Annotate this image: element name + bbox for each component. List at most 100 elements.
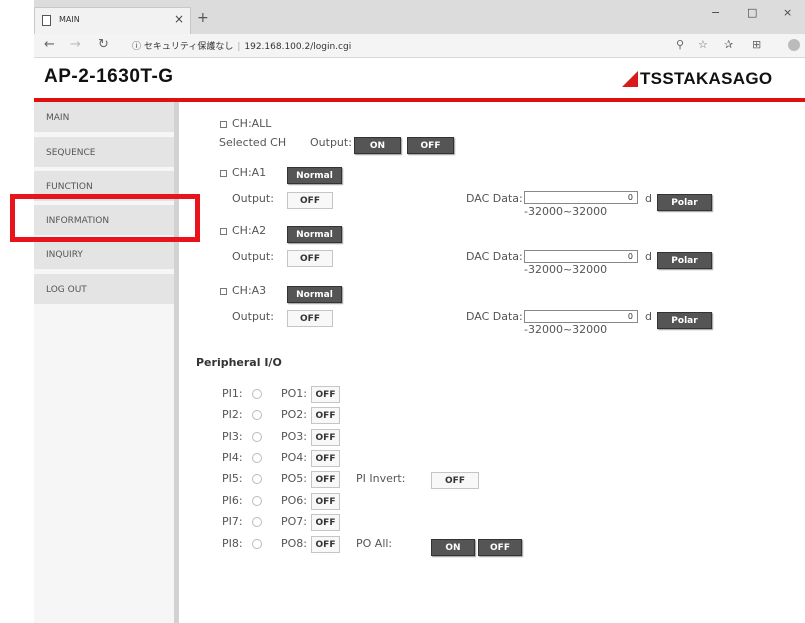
ch-a1-output-label: Output: [232, 192, 274, 205]
pi-invert-button[interactable]: OFF [431, 472, 479, 489]
maximize-icon[interactable]: □ [747, 6, 757, 19]
ch-a1-label: CH:A1 [232, 166, 267, 179]
ch-a2-dac-range: -32000~32000 [524, 263, 608, 276]
ch-a1-dac-input[interactable]: 0 [524, 191, 638, 204]
pi7-label: PI7: [222, 515, 243, 528]
pi4-indicator [252, 453, 262, 463]
minimize-icon[interactable]: − [711, 6, 720, 19]
ch-all-label: CH:ALL [232, 117, 272, 130]
ch-a2-polar-button[interactable]: Polar [657, 252, 712, 269]
ch-a3-dac-label: DAC Data: [466, 310, 523, 323]
model-title: AP-2-1630T-G [44, 66, 174, 87]
pi8-label: PI8: [222, 537, 243, 550]
pi8-indicator [252, 539, 262, 549]
ch-all-checkbox[interactable] [220, 121, 227, 128]
forward-icon[interactable]: → [70, 37, 81, 52]
logo-triangle-icon [622, 71, 638, 87]
ch-a2-checkbox[interactable] [220, 228, 227, 235]
ch-a1-dac-label: DAC Data: [466, 192, 523, 205]
brand-logo: TSSTAKASAGO [622, 69, 772, 89]
profile-avatar[interactable] [788, 39, 800, 51]
ch-a1-normal-button[interactable]: Normal [287, 167, 342, 184]
back-icon[interactable]: ← [44, 37, 55, 52]
pi1-indicator [252, 389, 262, 399]
favorite-icon[interactable]: ☆ [698, 38, 708, 51]
pi2-indicator [252, 410, 262, 420]
ch-a1-dac-range: -32000~32000 [524, 205, 608, 218]
pi7-indicator [252, 517, 262, 527]
selected-on-button[interactable]: ON [354, 137, 401, 154]
favorites-list-icon[interactable]: ✰ [724, 38, 733, 51]
collections-icon[interactable]: ⊞ [752, 38, 761, 51]
highlight-box [10, 194, 200, 242]
ch-a3-polar-button[interactable]: Polar [657, 312, 712, 329]
ch-a2-dac-label: DAC Data: [466, 250, 523, 263]
po8-button[interactable]: OFF [311, 536, 340, 553]
url-text: 192.168.100.2/login.cgi [244, 42, 352, 52]
ch-a2-dac-unit: d [645, 250, 652, 263]
pi5-indicator [252, 474, 262, 484]
ch-a1-output-button[interactable]: OFF [287, 192, 333, 209]
ch-a2-normal-button[interactable]: Normal [287, 226, 342, 243]
po2-button[interactable]: OFF [311, 407, 340, 424]
ch-a3-output-label: Output: [232, 310, 274, 323]
browser-tab-bar: MAIN × + − □ × [34, 0, 805, 34]
sidebar-item-main[interactable]: MAIN [34, 102, 174, 132]
address-bar: ← → ↻ ⓘ セキュリティ保護なし | 192.168.100.2/login.c… [34, 34, 805, 58]
po6-button[interactable]: OFF [311, 493, 340, 510]
pi6-indicator [252, 496, 262, 506]
po7-label: PO7: [281, 515, 307, 528]
peripheral-io-title: Peripheral I/O [196, 356, 282, 369]
sidebar-item-logout[interactable]: LOG OUT [34, 274, 174, 304]
po7-button[interactable]: OFF [311, 514, 340, 531]
selected-off-button[interactable]: OFF [407, 137, 454, 154]
ch-a2-output-button[interactable]: OFF [287, 250, 333, 267]
window-close-icon[interactable]: × [783, 6, 792, 19]
ch-a3-normal-button[interactable]: Normal [287, 286, 342, 303]
ch-a3-label: CH:A3 [232, 284, 267, 297]
ch-a3-checkbox[interactable] [220, 288, 227, 295]
logo-text: TSSTAKASAGO [640, 69, 773, 88]
po5-label: PO5: [281, 472, 307, 485]
pi5-label: PI5: [222, 472, 243, 485]
ch-a1-polar-button[interactable]: Polar [657, 194, 712, 211]
page-header: AP-2-1630T-G TSSTAKASAGO [34, 58, 805, 98]
sidebar-item-sequence[interactable]: SEQUENCE [34, 137, 174, 167]
reader-icon[interactable]: ⚲ [676, 38, 684, 51]
po6-label: PO6: [281, 494, 307, 507]
new-tab-icon[interactable]: + [197, 10, 209, 26]
browser-tab[interactable]: MAIN × [34, 7, 191, 34]
po-all-on-button[interactable]: ON [431, 539, 475, 556]
pi1-label: PI1: [222, 387, 243, 400]
ch-a1-dac-unit: d [645, 192, 652, 205]
ch-a1-checkbox[interactable] [220, 170, 227, 177]
tab-title: MAIN [59, 15, 80, 24]
po-all-off-button[interactable]: OFF [478, 539, 522, 556]
selected-output-label: Output: [310, 136, 352, 149]
ch-a3-dac-unit: d [645, 310, 652, 323]
po5-button[interactable]: OFF [311, 471, 340, 488]
url-field[interactable]: ⓘ セキュリティ保護なし | 192.168.100.2/login.cgi [132, 39, 351, 52]
po3-button[interactable]: OFF [311, 429, 340, 446]
pi3-indicator [252, 432, 262, 442]
po8-label: PO8: [281, 537, 307, 550]
ch-a2-label: CH:A2 [232, 224, 267, 237]
pi-invert-label: PI Invert: [356, 472, 406, 485]
ch-a2-dac-input[interactable]: 0 [524, 250, 638, 263]
ch-a3-dac-input[interactable]: 0 [524, 310, 638, 323]
refresh-icon[interactable]: ↻ [98, 37, 109, 52]
po1-button[interactable]: OFF [311, 386, 340, 403]
security-indicator[interactable]: ⓘ セキュリティ保護なし [132, 42, 233, 52]
selected-ch-label: Selected CH [219, 136, 287, 149]
po3-label: PO3: [281, 430, 307, 443]
ch-a3-dac-range: -32000~32000 [524, 323, 608, 336]
ch-a2-output-label: Output: [232, 250, 274, 263]
ch-a3-output-button[interactable]: OFF [287, 310, 333, 327]
po2-label: PO2: [281, 408, 307, 421]
po-all-label: PO All: [356, 537, 393, 550]
tab-close-icon[interactable]: × [174, 12, 184, 26]
pi4-label: PI4: [222, 451, 243, 464]
po4-button[interactable]: OFF [311, 450, 340, 467]
sidebar: MAIN SEQUENCE FUNCTION INFORMATION INQUI… [34, 102, 174, 623]
sidebar-item-inquiry[interactable]: INQUIRY [34, 239, 174, 269]
